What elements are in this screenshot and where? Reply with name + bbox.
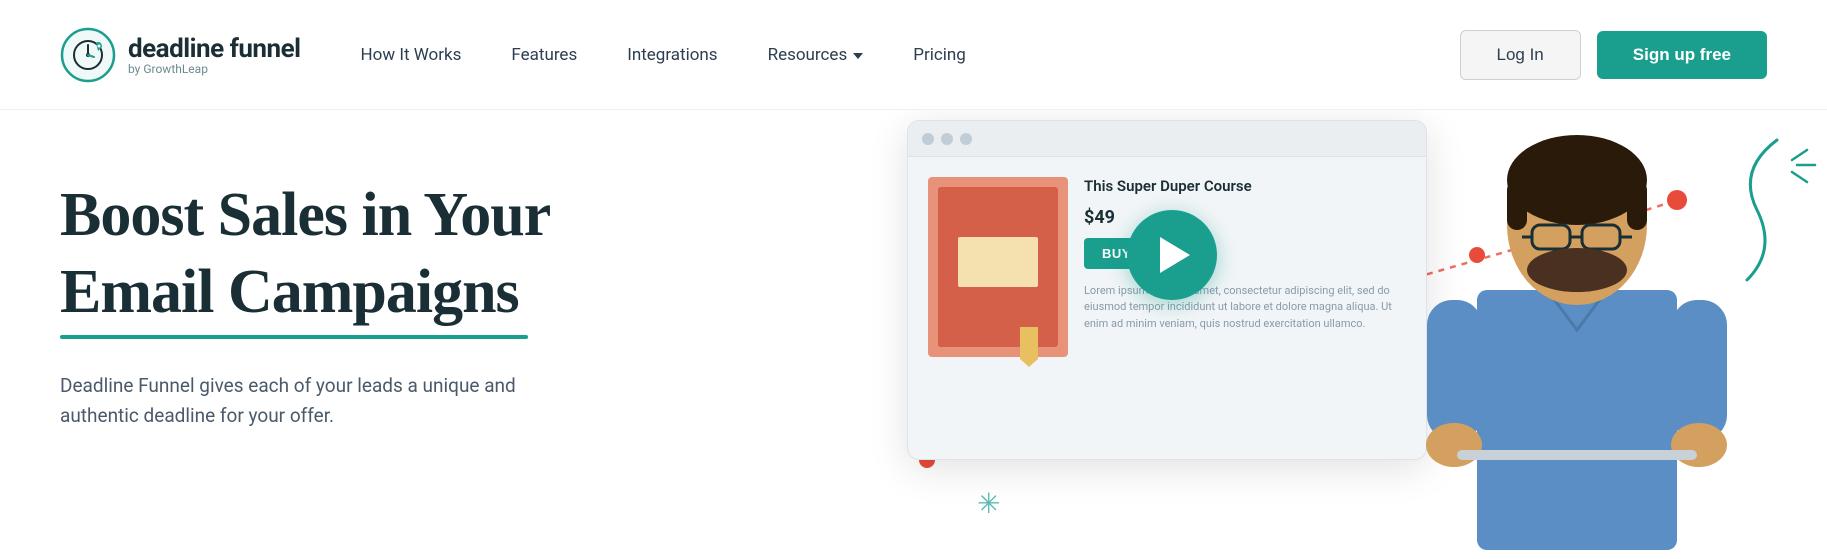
nav-actions: Log In Sign up free bbox=[1460, 30, 1768, 80]
hero-text: Boost Sales in Your Email Campaigns Dead… bbox=[60, 160, 580, 431]
nav-how-it-works[interactable]: How It Works bbox=[361, 45, 462, 65]
login-button[interactable]: Log In bbox=[1460, 30, 1581, 80]
nav-links: How It Works Features Integrations Resou… bbox=[361, 45, 1460, 65]
nav-features[interactable]: Features bbox=[511, 45, 577, 65]
book-label bbox=[958, 237, 1038, 287]
browser-dot-1 bbox=[922, 133, 934, 145]
play-button[interactable] bbox=[1127, 210, 1217, 300]
man-figure bbox=[1377, 110, 1777, 550]
book-bookmark bbox=[1020, 327, 1038, 367]
chevron-down-icon bbox=[853, 53, 863, 59]
hero-section: Boost Sales in Your Email Campaigns Dead… bbox=[0, 110, 1827, 559]
navbar: deadline funnel by GrowthLeap How It Wor… bbox=[0, 0, 1827, 110]
book-illustration bbox=[928, 177, 1068, 357]
hero-illustration: This Super Duper Course $49 BUY NOW Lore… bbox=[827, 110, 1827, 559]
hero-headline: Boost Sales in Your Email Campaigns bbox=[60, 180, 580, 339]
hero-headline-line1: Boost Sales in Your bbox=[60, 181, 550, 249]
screen-top-bar bbox=[908, 121, 1426, 157]
man-illustration bbox=[1377, 110, 1777, 550]
nav-pricing[interactable]: Pricing bbox=[913, 45, 966, 65]
asterisk-decoration: ✳ bbox=[977, 487, 1000, 520]
logo-sub: by GrowthLeap bbox=[128, 62, 301, 76]
logo-icon bbox=[60, 27, 116, 83]
play-icon bbox=[1160, 237, 1190, 273]
signup-button[interactable]: Sign up free bbox=[1597, 31, 1767, 79]
course-lorem-text: Lorem ipsum dolor sit amet, consectetur … bbox=[1084, 283, 1406, 333]
course-title: This Super Duper Course bbox=[1084, 177, 1406, 197]
browser-dot-3 bbox=[960, 133, 972, 145]
logo-name: deadline funnel bbox=[128, 34, 301, 64]
logo-text: deadline funnel by GrowthLeap bbox=[128, 34, 301, 76]
nav-resources[interactable]: Resources bbox=[768, 45, 864, 65]
browser-dot-2 bbox=[941, 133, 953, 145]
nav-integrations[interactable]: Integrations bbox=[627, 45, 717, 65]
course-price: $49 bbox=[1084, 207, 1406, 228]
logo[interactable]: deadline funnel by GrowthLeap bbox=[60, 27, 301, 83]
hero-description: Deadline Funnel gives each of your leads… bbox=[60, 371, 580, 432]
hero-headline-line2: Email Campaigns bbox=[60, 257, 580, 338]
